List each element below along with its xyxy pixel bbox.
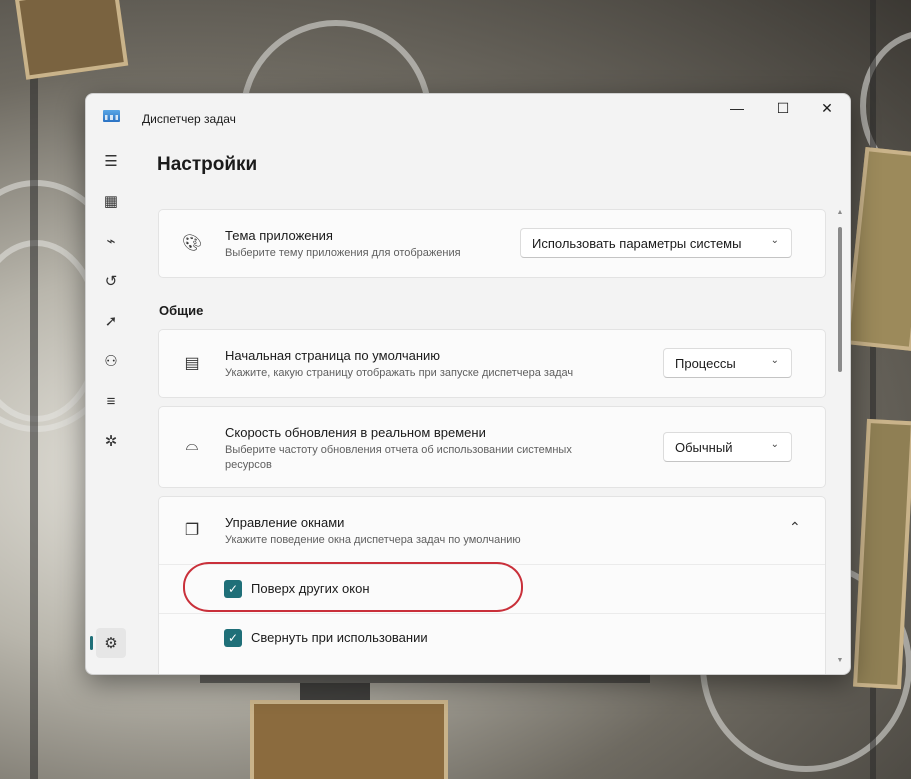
window-layout-icon: ▤ (184, 355, 200, 372)
scrollbar-thumb[interactable] (838, 227, 842, 372)
settings-content: 🎨︎ Тема приложения Выберите тему приложе… (158, 209, 826, 674)
update-speed-card: ⌓ Скорость обновления в реальном времени… (158, 406, 826, 488)
window-management-header[interactable]: ❐ Управление окнами Укажите поведение ок… (159, 497, 825, 564)
start-page-card: ▤ Начальная страница по умолчанию Укажит… (158, 329, 826, 398)
app-history-icon[interactable]: ↺ (96, 266, 126, 296)
palette-icon: 🎨︎ (181, 235, 203, 252)
app-theme-value: Использовать параметры системы (532, 235, 742, 251)
details-icon[interactable]: ≡ (96, 386, 126, 416)
update-speed-value: Обычный (675, 439, 733, 455)
chevron-up-icon[interactable]: ⌃ (789, 519, 801, 536)
close-button[interactable]: ✕ (804, 94, 850, 122)
title-bar[interactable]: Диспетчер задач — ☐ ✕ (86, 94, 850, 128)
update-speed-dropdown[interactable]: Обычный ⌄ (663, 432, 792, 462)
page-title: Настройки (157, 154, 258, 175)
window-management-card: ❐ Управление окнами Укажите поведение ок… (158, 496, 826, 674)
scroll-down-arrow-icon[interactable]: ▼ (836, 657, 844, 664)
app-theme-dropdown[interactable]: Использовать параметры системы ⌄ (520, 228, 792, 258)
scroll-up-arrow-icon[interactable]: ▲ (836, 209, 844, 216)
minimize-button[interactable]: — (714, 94, 760, 122)
always-on-top-label: Поверх других окон (251, 581, 370, 596)
window-management-description: Укажите поведение окна диспетчера задач … (225, 534, 521, 546)
always-on-top-checkbox[interactable]: ✓ (224, 580, 242, 598)
startup-apps-icon[interactable]: ➚ (96, 306, 126, 336)
settings-icon[interactable]: ⚙ (90, 628, 126, 658)
hamburger-menu-icon[interactable]: ☰ (96, 146, 126, 176)
start-page-title: Начальная страница по умолчанию (225, 348, 441, 363)
window-title: Диспетчер задач (142, 112, 236, 126)
app-theme-title: Тема приложения (225, 228, 333, 243)
chevron-down-icon: ⌄ (770, 355, 779, 366)
app-theme-description: Выберите тему приложения для отображения (225, 247, 461, 259)
update-speed-description-line1: Выберите частоту обновления отчета об ис… (225, 444, 572, 456)
update-speed-description: Выберите частоту обновления отчета об ис… (225, 443, 572, 473)
always-on-top-row[interactable]: ✓ Поверх других окон (159, 564, 825, 613)
services-icon[interactable]: ✲ (96, 426, 126, 456)
performance-icon[interactable]: ⌁ (96, 226, 126, 256)
minimize-on-use-label: Свернуть при использовании (251, 630, 428, 645)
app-theme-card: 🎨︎ Тема приложения Выберите тему приложе… (158, 209, 826, 278)
minimize-on-use-checkbox[interactable]: ✓ (224, 629, 242, 647)
maximize-button[interactable]: ☐ (760, 94, 806, 122)
speedometer-icon: ⌓ (185, 437, 199, 454)
vertical-scrollbar[interactable]: ▲ ▼ (836, 209, 844, 669)
task-manager-app-icon (103, 110, 120, 122)
start-page-description: Укажите, какую страницу отображать при з… (225, 367, 574, 379)
update-speed-description-line2: ресурсов (225, 459, 272, 471)
chevron-down-icon: ⌄ (770, 235, 779, 246)
processes-icon[interactable]: ▦ (96, 186, 126, 216)
update-speed-title: Скорость обновления в реальном времени (225, 425, 486, 440)
windows-stack-icon: ❐ (184, 522, 200, 539)
general-section-heading: Общие (159, 303, 204, 318)
minimize-on-use-row[interactable]: ✓ Свернуть при использовании (159, 613, 825, 662)
chevron-down-icon: ⌄ (770, 439, 779, 450)
window-management-title: Управление окнами (225, 515, 345, 530)
start-page-dropdown[interactable]: Процессы ⌄ (663, 348, 792, 378)
start-page-value: Процессы (675, 355, 736, 371)
users-icon[interactable]: ⚇ (96, 346, 126, 376)
task-manager-window[interactable]: Диспетчер задач — ☐ ✕ ☰ ▦ ⌁ ↺ ➚ ⚇ ≡ ✲ ⚙ … (85, 93, 851, 675)
